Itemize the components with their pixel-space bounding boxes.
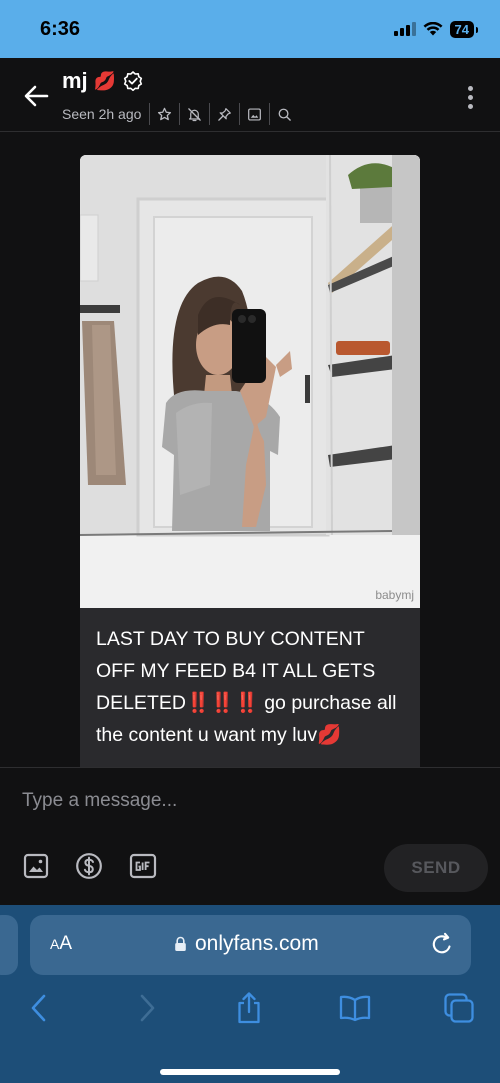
more-dot-icon xyxy=(467,103,473,109)
message-bubble: babymj LAST DAY TO BUY CONTENT OFF MY FE… xyxy=(80,155,420,767)
photo-illustration xyxy=(80,155,420,608)
contact-name: mj xyxy=(62,68,88,93)
arrow-left-icon xyxy=(24,85,49,107)
mute-bell-icon xyxy=(188,107,202,121)
browser-back-button[interactable] xyxy=(22,991,56,1025)
pin-button[interactable] xyxy=(209,103,239,125)
chevron-left-icon xyxy=(31,994,46,1022)
reload-button[interactable] xyxy=(429,931,455,957)
share-button[interactable] xyxy=(232,991,266,1025)
message-text: LAST DAY TO BUY CONTENT OFF MY FEED B4 I… xyxy=(96,623,408,751)
contact-subinfo: Seen 2h ago xyxy=(62,103,299,125)
tabs-button[interactable] xyxy=(442,991,476,1025)
message-photo[interactable]: babymj xyxy=(80,155,420,608)
star-button[interactable] xyxy=(149,103,179,125)
dollar-icon xyxy=(76,853,102,879)
mute-button[interactable] xyxy=(179,103,209,125)
kiss-emoji: 💋 xyxy=(317,724,342,746)
more-options-button[interactable] xyxy=(460,82,480,112)
url-display[interactable]: onlyfans.com xyxy=(174,932,319,956)
search-icon xyxy=(279,108,292,121)
photo-watermark: babymj xyxy=(375,588,414,602)
image-icon xyxy=(248,107,262,121)
gif-button[interactable] xyxy=(129,852,157,880)
url-text: onlyfans.com xyxy=(195,932,319,955)
media-gallery-button[interactable] xyxy=(239,103,269,125)
address-bar[interactable]: AA onlyfans.com xyxy=(30,915,471,975)
tabs-icon xyxy=(444,993,474,1023)
reader-mode-button[interactable]: AA xyxy=(50,933,72,955)
chevron-right-icon xyxy=(140,994,155,1022)
contact-name-row[interactable]: mj 💋 xyxy=(62,68,144,94)
cellular-signal-icon xyxy=(393,22,416,36)
browser-bottom-bar: AA onlyfans.com xyxy=(0,905,500,1083)
message-input[interactable] xyxy=(22,786,472,816)
wifi-icon xyxy=(423,22,443,36)
search-chat-button[interactable] xyxy=(269,103,299,125)
book-icon xyxy=(339,995,371,1022)
image-icon xyxy=(23,853,49,879)
share-icon xyxy=(238,992,260,1024)
message-composer: SEND xyxy=(0,767,500,905)
pin-icon xyxy=(218,107,232,121)
kiss-emoji: 💋 xyxy=(93,70,117,91)
more-dot-icon xyxy=(467,94,473,100)
send-button[interactable]: SEND xyxy=(384,844,488,892)
chat-header: mj 💋 Seen 2h ago xyxy=(0,58,500,132)
status-bar: 6:36 74 xyxy=(0,0,500,58)
battery-indicator: 74 xyxy=(449,20,479,38)
browser-forward-button[interactable] xyxy=(130,991,164,1025)
lock-icon xyxy=(175,936,186,951)
back-button[interactable] xyxy=(20,80,52,112)
star-icon xyxy=(158,107,172,120)
verified-badge-icon xyxy=(124,71,143,92)
reload-icon xyxy=(432,932,451,954)
status-indicators: 74 xyxy=(393,20,479,38)
bookmarks-button[interactable] xyxy=(338,991,372,1025)
home-indicator[interactable] xyxy=(160,1069,340,1075)
more-dot-icon xyxy=(467,85,473,91)
attach-image-button[interactable] xyxy=(22,852,50,880)
last-seen-text: Seen 2h ago xyxy=(62,106,142,122)
status-time: 6:36 xyxy=(40,17,81,40)
gif-icon xyxy=(129,853,157,879)
previous-tab-peek[interactable] xyxy=(0,915,18,975)
tip-button[interactable] xyxy=(75,852,103,880)
emphasis-emoji: ‼️‼️‼️ xyxy=(185,692,259,714)
